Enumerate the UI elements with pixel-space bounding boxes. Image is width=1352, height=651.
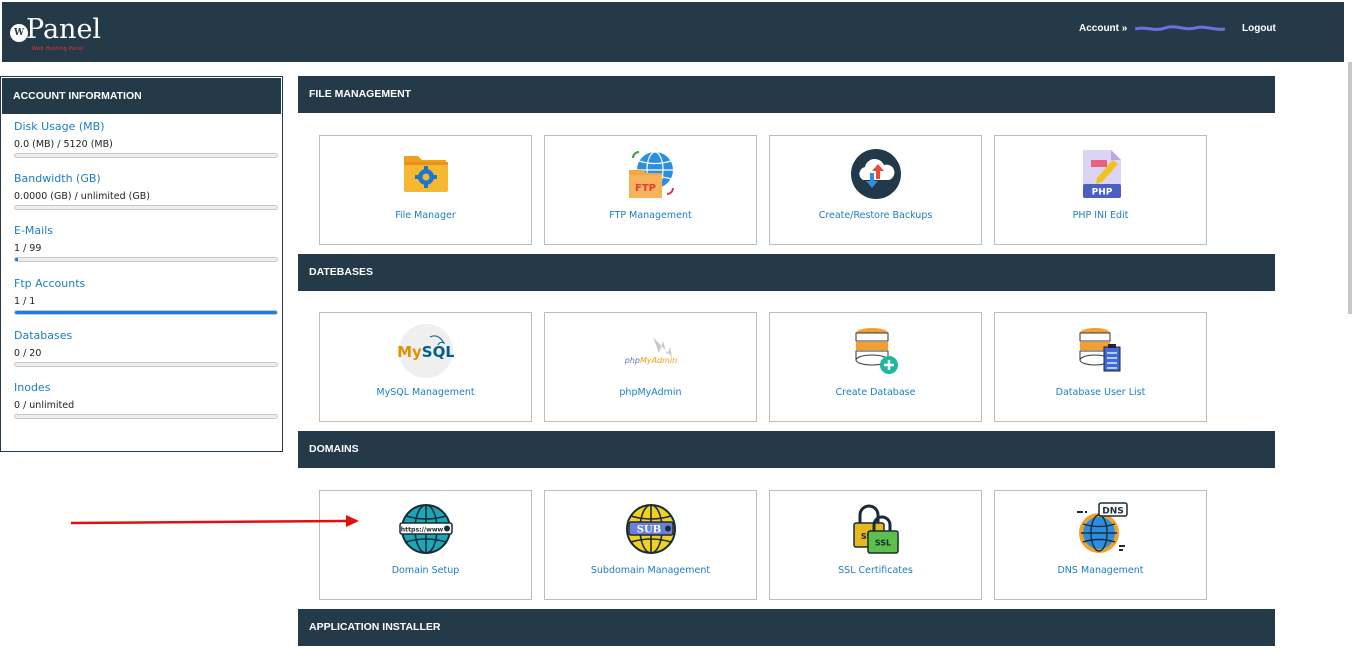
account-link[interactable]: Account » (1079, 23, 1127, 34)
wpanel-logo[interactable]: W Panel Web Hosting Panel (8, 12, 118, 56)
stat-value: 0.0000 (GB) / unlimited (GB) (14, 191, 150, 202)
svg-text:phpMyAdmin: phpMyAdmin (624, 356, 678, 365)
mysql-management-card[interactable]: MySQL MySQL Management (319, 312, 532, 422)
logo-text: Panel (26, 14, 102, 45)
stat-bandwidth: Bandwidth (GB) 0.0000 (GB) / unlimited (… (14, 172, 278, 210)
red-annotation-arrow (70, 515, 359, 527)
scrollbar[interactable] (1348, 62, 1352, 314)
database-user-list-card[interactable]: Database User List (994, 312, 1207, 422)
stat-label: Disk Usage (MB) (14, 120, 105, 133)
section-application-installer: APPLICATION INSTALLER (298, 609, 1275, 646)
progress-fill (15, 311, 277, 314)
account-information-title: ACCOUNT INFORMATION (2, 78, 281, 114)
create-database-card[interactable]: Create Database (769, 312, 982, 422)
ftp-globe-icon: FTP (629, 151, 674, 198)
section-databases: DATEBASES (298, 254, 1275, 291)
cloud-backup-icon (851, 149, 901, 199)
card-label: MySQL Management (376, 387, 475, 398)
progress-bar (14, 257, 278, 262)
redacted-username (1135, 25, 1225, 31)
phpmyadmin-logo-icon: phpMyAdmin (624, 337, 678, 365)
dns-management-card[interactable]: DNS DNS Management (994, 490, 1207, 600)
globe-sub-icon: SUB (626, 504, 676, 554)
ssl-lock-icon: SSL SSL (853, 504, 899, 554)
stat-disk-usage: Disk Usage (MB) 0.0 (MB) / 5120 (MB) (14, 120, 278, 158)
progress-bar (14, 205, 278, 210)
subdomain-management-card[interactable]: SUB Subdomain Management (544, 490, 757, 600)
phpmyadmin-card[interactable]: phpMyAdmin phpMyAdmin (544, 312, 757, 422)
url-badge-text: https://www (401, 527, 444, 534)
svg-text:PHP: PHP (1092, 188, 1113, 198)
file-manager-card[interactable]: File Manager (319, 135, 532, 245)
stat-databases: Databases 0 / 20 (14, 329, 278, 367)
section-file-management: FILE MANAGEMENT (298, 76, 1275, 113)
card-label: DNS Management (1057, 565, 1144, 576)
card-label: Subdomain Management (590, 565, 711, 576)
logo-tagline: Web Hosting Panel (32, 46, 84, 52)
stat-value: 0 / unlimited (14, 400, 75, 411)
top-header-bar: W Panel Web Hosting Panel Account » Logo… (2, 2, 1344, 62)
card-label: Domain Setup (391, 565, 460, 576)
svg-text:FTP: FTP (635, 183, 656, 194)
mysql-logo-icon: MySQL (398, 324, 454, 378)
progress-fill (15, 258, 18, 261)
ssl-badge-text: SSL (875, 539, 891, 548)
progress-bar (14, 153, 278, 158)
card-label: Create Database (835, 387, 916, 398)
php-file-edit-icon: PHP (1083, 150, 1121, 198)
section-domains: DOMAINS (298, 431, 1275, 468)
stat-label: Bandwidth (GB) (14, 172, 101, 185)
php-ini-edit-card[interactable]: PHP PHP INI Edit (994, 135, 1207, 245)
stat-inodes: Inodes 0 / unlimited (14, 381, 278, 419)
stat-value: 1 / 99 (14, 243, 42, 254)
sub-badge-text: SUB (637, 525, 661, 536)
progress-bar (14, 414, 278, 419)
stat-label: Databases (14, 329, 73, 342)
card-label: Create/Restore Backups (818, 210, 933, 221)
logout-link[interactable]: Logout (1242, 23, 1276, 34)
stat-emails: E-Mails 1 / 99 (14, 224, 278, 262)
stat-value: 0.0 (MB) / 5120 (MB) (14, 139, 113, 150)
create-restore-backups-card[interactable]: Create/Restore Backups (769, 135, 982, 245)
database-list-icon (1079, 328, 1121, 372)
dns-globe-icon: DNS (1077, 502, 1128, 553)
stat-ftp-accounts: Ftp Accounts 1 / 1 (14, 277, 278, 315)
dns-badge-text: DNS (1102, 507, 1124, 517)
progress-bar (14, 362, 278, 367)
account-information-panel: ACCOUNT INFORMATION Disk Usage (MB) 0.0 … (0, 76, 283, 452)
folder-gear-icon (404, 156, 448, 192)
progress-bar (14, 310, 278, 315)
stat-label: Inodes (14, 381, 51, 394)
card-label: SSL Certificates (838, 565, 913, 576)
card-label: PHP INI Edit (1072, 210, 1129, 221)
card-label: File Manager (395, 210, 456, 221)
card-label: Database User List (1055, 387, 1146, 398)
ssl-certificates-card[interactable]: SSL SSL SSL Certificates (769, 490, 982, 600)
ftp-management-card[interactable]: FTP FTP Management (544, 135, 757, 245)
card-label: phpMyAdmin (619, 387, 682, 398)
domain-setup-card[interactable]: https://www Domain Setup (319, 490, 532, 600)
database-add-icon (855, 328, 898, 374)
svg-text:MySQL: MySQL (398, 343, 454, 361)
stat-label: Ftp Accounts (14, 277, 86, 290)
card-label: FTP Management (609, 210, 692, 221)
stat-value: 0 / 20 (14, 348, 42, 359)
stat-label: E-Mails (14, 224, 53, 237)
stat-value: 1 / 1 (14, 296, 36, 307)
globe-https-icon: https://www (399, 504, 453, 554)
